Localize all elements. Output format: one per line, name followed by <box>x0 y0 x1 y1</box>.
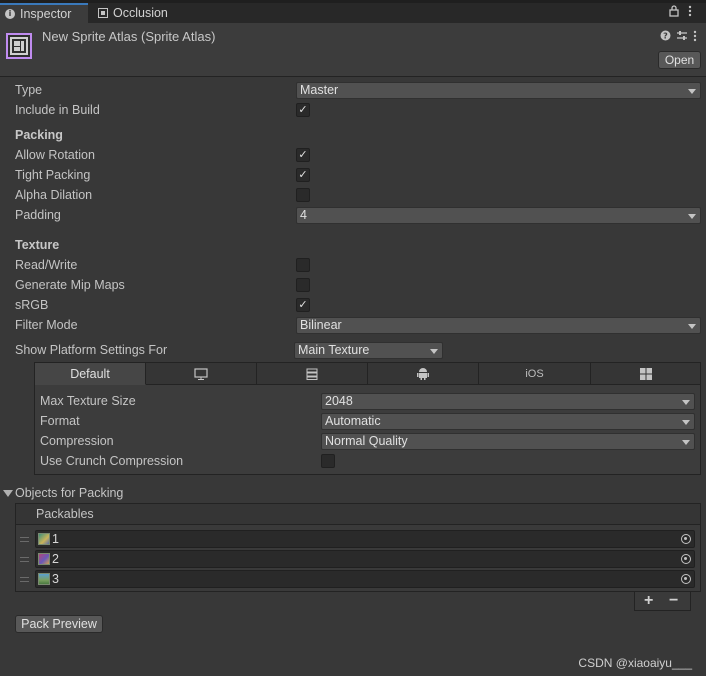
chevron-down-icon <box>682 400 690 405</box>
include-in-build-checkbox[interactable]: ✓ <box>296 103 310 117</box>
occlusion-icon <box>98 8 108 18</box>
platform-tab-standalone[interactable] <box>146 363 257 385</box>
max-texture-size-dropdown[interactable]: 2048 <box>321 393 695 410</box>
object-picker-icon[interactable] <box>681 574 691 584</box>
packables-list-header <box>15 503 701 525</box>
chevron-down-icon <box>682 420 690 425</box>
srgb-label: sRGB <box>15 298 49 312</box>
padding-value: 4 <box>300 208 307 222</box>
monitor-icon <box>194 367 208 380</box>
packable-item[interactable]: 3 <box>35 570 695 588</box>
chevron-down-icon <box>682 440 690 445</box>
drag-handle-icon[interactable] <box>20 577 29 582</box>
drag-handle-icon[interactable] <box>20 557 29 562</box>
alpha-dilation-checkbox[interactable] <box>296 188 310 202</box>
packable-item[interactable]: 1 <box>35 530 695 548</box>
platform-tab-android[interactable] <box>368 363 479 385</box>
packable-item[interactable]: 2 <box>35 550 695 568</box>
packable-item-name: 2 <box>52 552 59 566</box>
remove-item-button[interactable]: − <box>669 592 678 610</box>
chevron-down-icon <box>688 89 696 94</box>
server-icon <box>306 368 318 380</box>
svg-text:?: ? <box>663 32 668 41</box>
tab-inspector-label: Inspector <box>20 7 72 21</box>
packable-item-name: 3 <box>52 572 59 586</box>
compression-label: Compression <box>40 434 114 448</box>
srgb-checkbox[interactable]: ✓ <box>296 298 310 312</box>
help-icon[interactable]: ? <box>660 30 671 44</box>
packing-section-title: Packing <box>15 128 63 142</box>
compression-dropdown[interactable]: Normal Quality <box>321 433 695 450</box>
sprite-thumbnail-icon <box>38 573 50 585</box>
alpha-dilation-label: Alpha Dilation <box>15 188 93 202</box>
type-dropdown[interactable]: Master <box>296 82 701 99</box>
object-picker-icon[interactable] <box>681 534 691 544</box>
tight-packing-checkbox[interactable]: ✓ <box>296 168 310 182</box>
object-title: New Sprite Atlas (Sprite Atlas) <box>42 29 216 44</box>
chevron-down-icon <box>430 349 438 354</box>
tab-occlusion-label: Occlusion <box>113 6 168 20</box>
sprite-atlas-icon <box>6 33 32 59</box>
filter-mode-label: Filter Mode <box>15 318 78 332</box>
pack-preview-button[interactable]: Pack Preview <box>15 615 103 633</box>
android-icon <box>417 368 429 380</box>
platform-settings-label: Show Platform Settings For <box>15 343 168 357</box>
allow-rotation-label: Allow Rotation <box>15 148 95 162</box>
type-label: Type <box>15 83 43 97</box>
tab-occlusion[interactable]: Occlusion <box>98 3 188 23</box>
max-texture-size-label: Max Texture Size <box>40 394 136 408</box>
sprite-thumbnail-icon <box>38 553 50 565</box>
format-dropdown[interactable]: Automatic <box>321 413 695 430</box>
platform-settings-value: Main Texture <box>298 343 370 357</box>
texture-section-title: Texture <box>15 238 60 252</box>
filter-mode-dropdown[interactable]: Bilinear <box>296 317 701 334</box>
object-picker-icon[interactable] <box>681 554 691 564</box>
padding-dropdown[interactable]: 4 <box>296 207 701 224</box>
platform-tab-ios[interactable]: iOS <box>479 363 591 385</box>
add-item-button[interactable]: + <box>644 592 653 610</box>
compression-value: Normal Quality <box>325 434 408 448</box>
preset-icon[interactable] <box>676 30 688 45</box>
allow-rotation-checkbox[interactable]: ✓ <box>296 148 310 162</box>
packables-header-label: Packables <box>36 507 94 521</box>
platform-tab-default[interactable]: Default <box>35 363 146 385</box>
tight-packing-label: Tight Packing <box>15 168 91 182</box>
ios-label: iOS <box>525 367 544 380</box>
tab-menu-icon[interactable] <box>688 5 692 20</box>
lock-icon[interactable] <box>669 5 679 20</box>
type-value: Master <box>300 83 339 97</box>
crunch-compression-checkbox[interactable] <box>321 454 335 468</box>
generate-mip-maps-label: Generate Mip Maps <box>15 278 125 292</box>
read-write-checkbox[interactable] <box>296 258 310 272</box>
watermark: CSDN @xiaoaiyu___ <box>578 656 692 670</box>
format-value: Automatic <box>325 414 381 428</box>
include-in-build-label: Include in Build <box>15 103 100 117</box>
info-icon: i <box>5 9 15 19</box>
format-label: Format <box>40 414 80 428</box>
max-texture-size-value: 2048 <box>325 394 353 408</box>
padding-label: Padding <box>15 208 61 222</box>
objects-for-packing-label[interactable]: Objects for Packing <box>15 486 123 500</box>
windows-icon <box>639 367 652 380</box>
list-add-remove-footer <box>634 592 691 611</box>
drag-handle-icon[interactable] <box>20 537 29 542</box>
platform-tab-server[interactable] <box>257 363 368 385</box>
foldout-expanded-icon[interactable] <box>3 490 13 497</box>
chevron-down-icon <box>688 214 696 219</box>
context-menu-icon[interactable] <box>693 30 697 45</box>
open-button[interactable]: Open <box>658 51 701 69</box>
platform-tab-windows[interactable] <box>591 363 700 385</box>
chevron-down-icon <box>688 324 696 329</box>
platform-settings-dropdown[interactable]: Main Texture <box>294 342 443 359</box>
packable-item-name: 1 <box>52 532 59 546</box>
filter-mode-value: Bilinear <box>300 318 342 332</box>
sprite-thumbnail-icon <box>38 533 50 545</box>
crunch-compression-label: Use Crunch Compression <box>40 454 184 468</box>
read-write-label: Read/Write <box>15 258 78 272</box>
generate-mip-maps-checkbox[interactable] <box>296 278 310 292</box>
tab-inspector[interactable]: i Inspector <box>0 3 88 23</box>
